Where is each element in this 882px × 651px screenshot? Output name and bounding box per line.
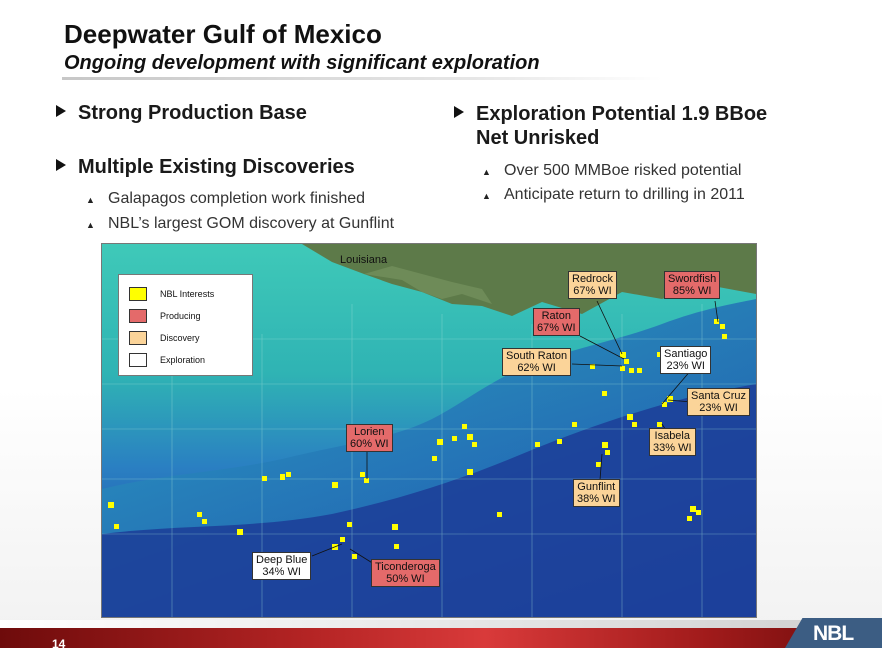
field-wi: 38% WI [577, 493, 616, 505]
sub-bullet-label: Over 500 MMBoe risked potential [504, 162, 742, 179]
field-wi: 85% WI [672, 285, 712, 297]
field-name: Gunflint [577, 481, 616, 493]
sub-bullet-label: Anticipate return to drilling in 2011 [504, 186, 745, 203]
legend-swatch-yellow [129, 287, 147, 301]
bullet-multiple-discoveries: Multiple Existing Discoveries [56, 155, 355, 179]
sub-bullet-triangle-icon: ▲ [86, 195, 95, 205]
field-wi: 34% WI [262, 566, 301, 578]
legend-label: Exploration [160, 355, 206, 365]
field-name: Redrock [572, 273, 613, 285]
sub-bullet-triangle-icon: ▲ [482, 167, 491, 177]
louisiana-label: Louisiana [340, 254, 388, 266]
field-wi: 67% WI [573, 285, 612, 297]
legend-swatch-white [129, 353, 147, 367]
field-name: Santiago [664, 348, 708, 360]
legend-label: Discovery [160, 333, 200, 343]
sub-bullet-label: NBL’s largest GOM discovery at Gunflint [108, 215, 395, 232]
legend-label: Producing [160, 311, 201, 321]
field-label-lorien: Lorien 60% WI [346, 424, 393, 452]
page-number: 14 [52, 637, 66, 651]
bullet-arrow-icon [56, 105, 66, 117]
field-label-santiago: Santiago 23% WI [660, 346, 712, 374]
legend-swatch-red [129, 309, 147, 323]
field-name: Lorien [353, 426, 385, 438]
field-label-deep-blue: Deep Blue 34% WI [252, 552, 312, 580]
bullet-label-line2: Net Unrisked [476, 127, 600, 149]
sub-bullet-return-to-drilling: ▲ Anticipate return to drilling in 2011 [482, 186, 745, 204]
bullet-exploration-potential: Exploration Potential 1.9 BBoe Net Unris… [454, 102, 767, 150]
sub-bullet-risked-potential: ▲ Over 500 MMBoe risked potential [482, 162, 741, 180]
field-label-raton: Raton 67% WI [533, 308, 580, 336]
logo-text: NBL [813, 622, 854, 645]
field-name: Isabela [654, 430, 690, 442]
field-wi: 60% WI [350, 438, 389, 450]
slide-title: Deepwater Gulf of Mexico [64, 19, 382, 49]
bullet-strong-production-base: Strong Production Base [56, 101, 307, 125]
field-label-isabela: Isabela 33% WI [649, 428, 696, 456]
title-underline [62, 77, 662, 80]
sub-bullet-label: Galapagos completion work finished [108, 190, 366, 207]
sub-bullet-triangle-icon: ▲ [482, 191, 491, 201]
field-wi: 33% WI [653, 442, 692, 454]
field-wi: 23% WI [666, 360, 705, 372]
field-label-gunflint: Gunflint 38% WI [573, 479, 620, 507]
field-name: Swordfish [668, 273, 717, 285]
field-label-redrock: Redrock 67% WI [568, 271, 617, 299]
bullet-arrow-icon [56, 159, 66, 171]
field-name: Raton [541, 310, 571, 322]
gulf-of-mexico-map: Louisiana NBL Interests Producing Discov… [101, 243, 757, 618]
footer-red-band [0, 628, 882, 648]
field-name: South Raton [506, 350, 568, 362]
legend-swatch-tan [129, 331, 147, 345]
field-label-santa-cruz: Santa Cruz 23% WI [687, 388, 751, 416]
field-wi: 67% WI [537, 322, 576, 334]
field-name: Deep Blue [256, 554, 308, 566]
bullet-arrow-icon [454, 106, 464, 118]
field-wi: 62% WI [517, 362, 556, 374]
field-label-ticonderoga: Ticonderoga 50% WI [371, 559, 440, 587]
bullet-label: Multiple Existing Discoveries [78, 156, 355, 178]
map-legend: NBL Interests Producing Discovery Explor… [118, 274, 253, 376]
sub-bullet-galapagos: ▲ Galapagos completion work finished [86, 190, 365, 208]
field-name: Santa Cruz [691, 390, 747, 402]
sub-bullet-gunflint: ▲ NBL’s largest GOM discovery at Gunflin… [86, 215, 394, 233]
field-label-swordfish: Swordfish 85% WI [664, 271, 721, 299]
field-label-south-raton: South Raton 62% WI [502, 348, 572, 376]
slide-subtitle: Ongoing development with significant exp… [64, 52, 540, 74]
field-name: Ticonderoga [375, 561, 436, 573]
field-wi: 23% WI [699, 402, 738, 414]
field-wi: 50% WI [386, 573, 425, 585]
legend-label: NBL Interests [160, 289, 215, 299]
sub-bullet-triangle-icon: ▲ [86, 220, 95, 230]
bullet-label: Strong Production Base [78, 102, 307, 124]
bullet-label-line1: Exploration Potential 1.9 BBoe [476, 103, 768, 125]
